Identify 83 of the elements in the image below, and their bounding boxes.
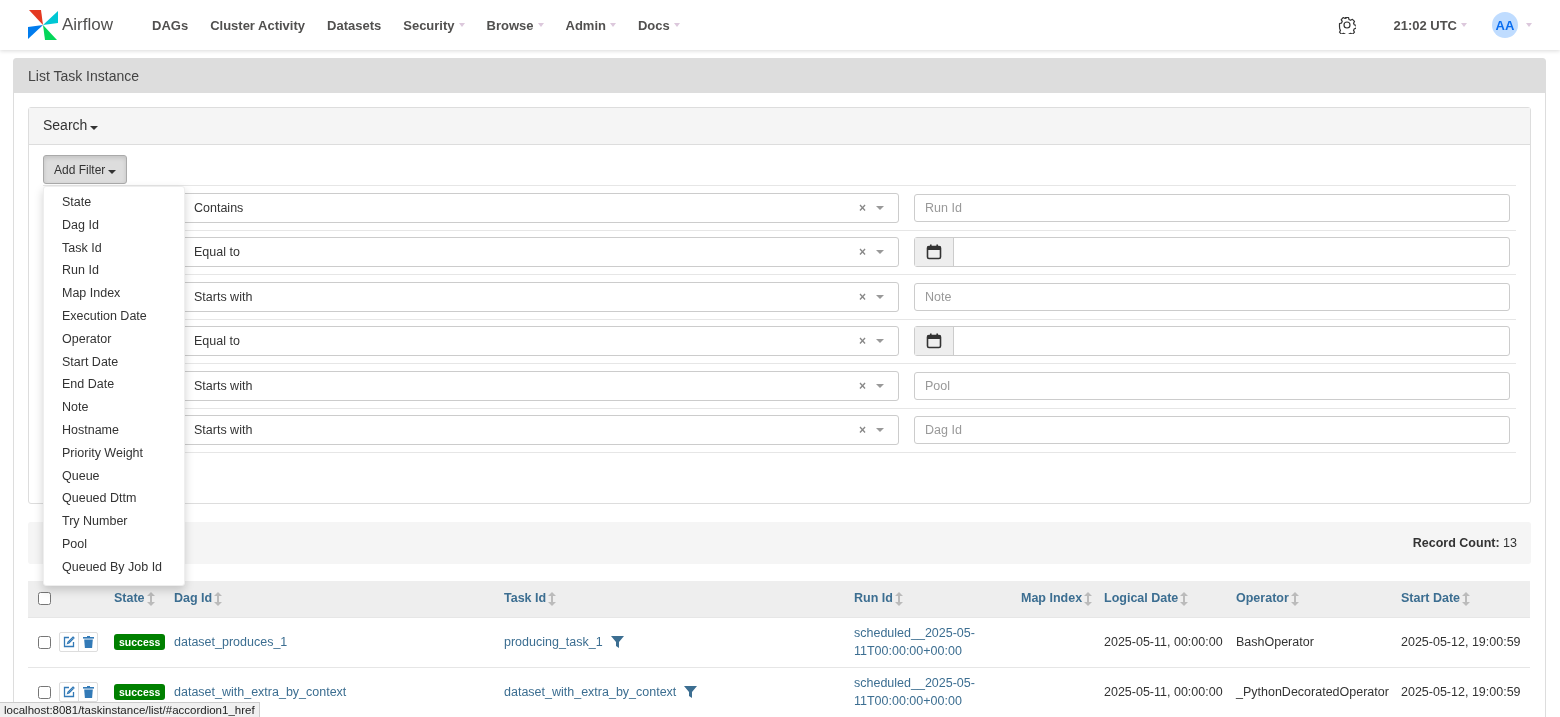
edit-icon	[63, 686, 75, 698]
filter-input[interactable]: Dag Id	[914, 416, 1510, 445]
column-header[interactable]: Map Index	[1021, 591, 1083, 606]
state-badge: success	[114, 634, 166, 650]
calendar-icon	[926, 244, 942, 261]
date-input[interactable]	[914, 326, 1510, 357]
clear-icon[interactable]: ×	[859, 378, 866, 393]
brand-name[interactable]: Airflow	[62, 15, 113, 35]
table-cell: BashOperator	[1236, 635, 1314, 649]
filter-option[interactable]: Try Number	[44, 511, 184, 534]
pinwheel-logo-icon[interactable]	[26, 8, 60, 42]
table-cell: 2025-05-12, 19:00:59	[1401, 635, 1521, 649]
sort-icon[interactable]	[1462, 592, 1471, 607]
filter-option[interactable]: Queued Dttm	[44, 488, 184, 512]
column-header[interactable]: Start Date	[1401, 591, 1461, 606]
settings-icon[interactable]	[1338, 16, 1357, 34]
run-link[interactable]: scheduled__2025-05-11T00:00:00+00:00	[854, 624, 982, 660]
nav-link[interactable]: Datasets	[316, 17, 393, 33]
nav-link[interactable]: DAGs	[141, 17, 200, 33]
filter-option[interactable]: Pool	[44, 533, 184, 557]
sort-icon[interactable]	[1290, 592, 1299, 607]
edit-icon	[63, 636, 75, 648]
calendar-icon	[926, 333, 942, 350]
row-checkbox[interactable]	[38, 635, 51, 649]
caret-icon[interactable]	[876, 250, 884, 255]
state-badge: success	[114, 684, 166, 700]
record-count: Record Count: 13	[1412, 536, 1517, 550]
run-link[interactable]: scheduled__2025-05-11T00:00:00+00:00	[854, 674, 982, 710]
filter-input[interactable]: Pool	[914, 371, 1510, 400]
table-cell: 2025-05-11, 00:00:00	[1104, 635, 1223, 649]
column-header[interactable]: Task Id	[504, 591, 547, 606]
task-link[interactable]: dataset_with_extra_by_context	[504, 685, 677, 699]
sort-icon[interactable]	[1084, 592, 1093, 607]
nav-link[interactable]: Browse	[475, 17, 555, 33]
caret-icon[interactable]	[876, 428, 884, 433]
table-cell: 2025-05-11, 00:00:00	[1104, 685, 1223, 699]
status-bar-url: localhost:8081/taskinstance/list/#accordion1_href	[0, 702, 260, 717]
clear-icon[interactable]: ×	[859, 423, 866, 438]
trash-icon	[82, 636, 94, 648]
filter-input[interactable]: Run Id	[914, 193, 1510, 222]
caret-icon[interactable]	[876, 383, 884, 388]
nav-link[interactable]: Cluster Activity	[199, 17, 317, 33]
calendar-button[interactable]	[915, 238, 954, 267]
add-filter-button[interactable]: Add Filter	[43, 155, 128, 184]
select-all-checkbox[interactable]	[38, 592, 51, 606]
filter-option[interactable]: Queue	[44, 465, 184, 489]
column-header[interactable]: Operator	[1236, 591, 1289, 606]
filter-icon[interactable]	[610, 636, 624, 648]
dag-link[interactable]: dataset_with_extra_by_context	[174, 685, 347, 699]
trash-icon	[82, 686, 94, 698]
column-header[interactable]: Dag Id	[174, 591, 213, 606]
task-link[interactable]: producing_task_1	[504, 635, 603, 649]
sort-icon[interactable]	[214, 592, 223, 607]
column-header[interactable]: Logical Date	[1104, 591, 1179, 606]
column-header[interactable]: Run Id	[854, 591, 893, 606]
calendar-button[interactable]	[915, 327, 954, 356]
sort-icon[interactable]	[548, 592, 557, 607]
table-cell: _PythonDecoratedOperator	[1236, 685, 1389, 699]
clear-icon[interactable]: ×	[859, 334, 866, 349]
search-toggle[interactable]: Search	[43, 117, 99, 133]
filter-icon[interactable]	[684, 686, 698, 698]
date-input[interactable]	[914, 237, 1510, 268]
nav-link[interactable]: Security	[392, 17, 476, 33]
table-cell: 2025-05-12, 19:00:59	[1401, 685, 1521, 699]
clear-icon[interactable]: ×	[859, 245, 866, 260]
panel-title: List Task Instance	[28, 68, 140, 84]
nav-link[interactable]: Docs	[626, 17, 691, 33]
sort-icon[interactable]	[894, 592, 903, 607]
filter-option[interactable]: Queued By Job Id	[44, 556, 184, 580]
dag-link[interactable]: dataset_produces_1	[174, 635, 288, 649]
clear-icon[interactable]: ×	[859, 200, 866, 215]
caret-icon[interactable]	[1526, 23, 1532, 27]
nav-link[interactable]: Admin	[554, 17, 627, 33]
column-header[interactable]: State	[114, 591, 145, 606]
time-menu[interactable]: 21:02 UTC	[1382, 17, 1478, 33]
filter-input[interactable]: Note	[914, 282, 1510, 311]
row-checkbox[interactable]	[38, 685, 51, 699]
caret-icon[interactable]	[876, 205, 884, 210]
clear-icon[interactable]: ×	[859, 289, 866, 304]
sort-icon[interactable]	[1180, 592, 1189, 607]
caret-icon[interactable]	[876, 339, 884, 344]
sort-icon[interactable]	[146, 592, 155, 607]
caret-icon[interactable]	[876, 294, 884, 299]
